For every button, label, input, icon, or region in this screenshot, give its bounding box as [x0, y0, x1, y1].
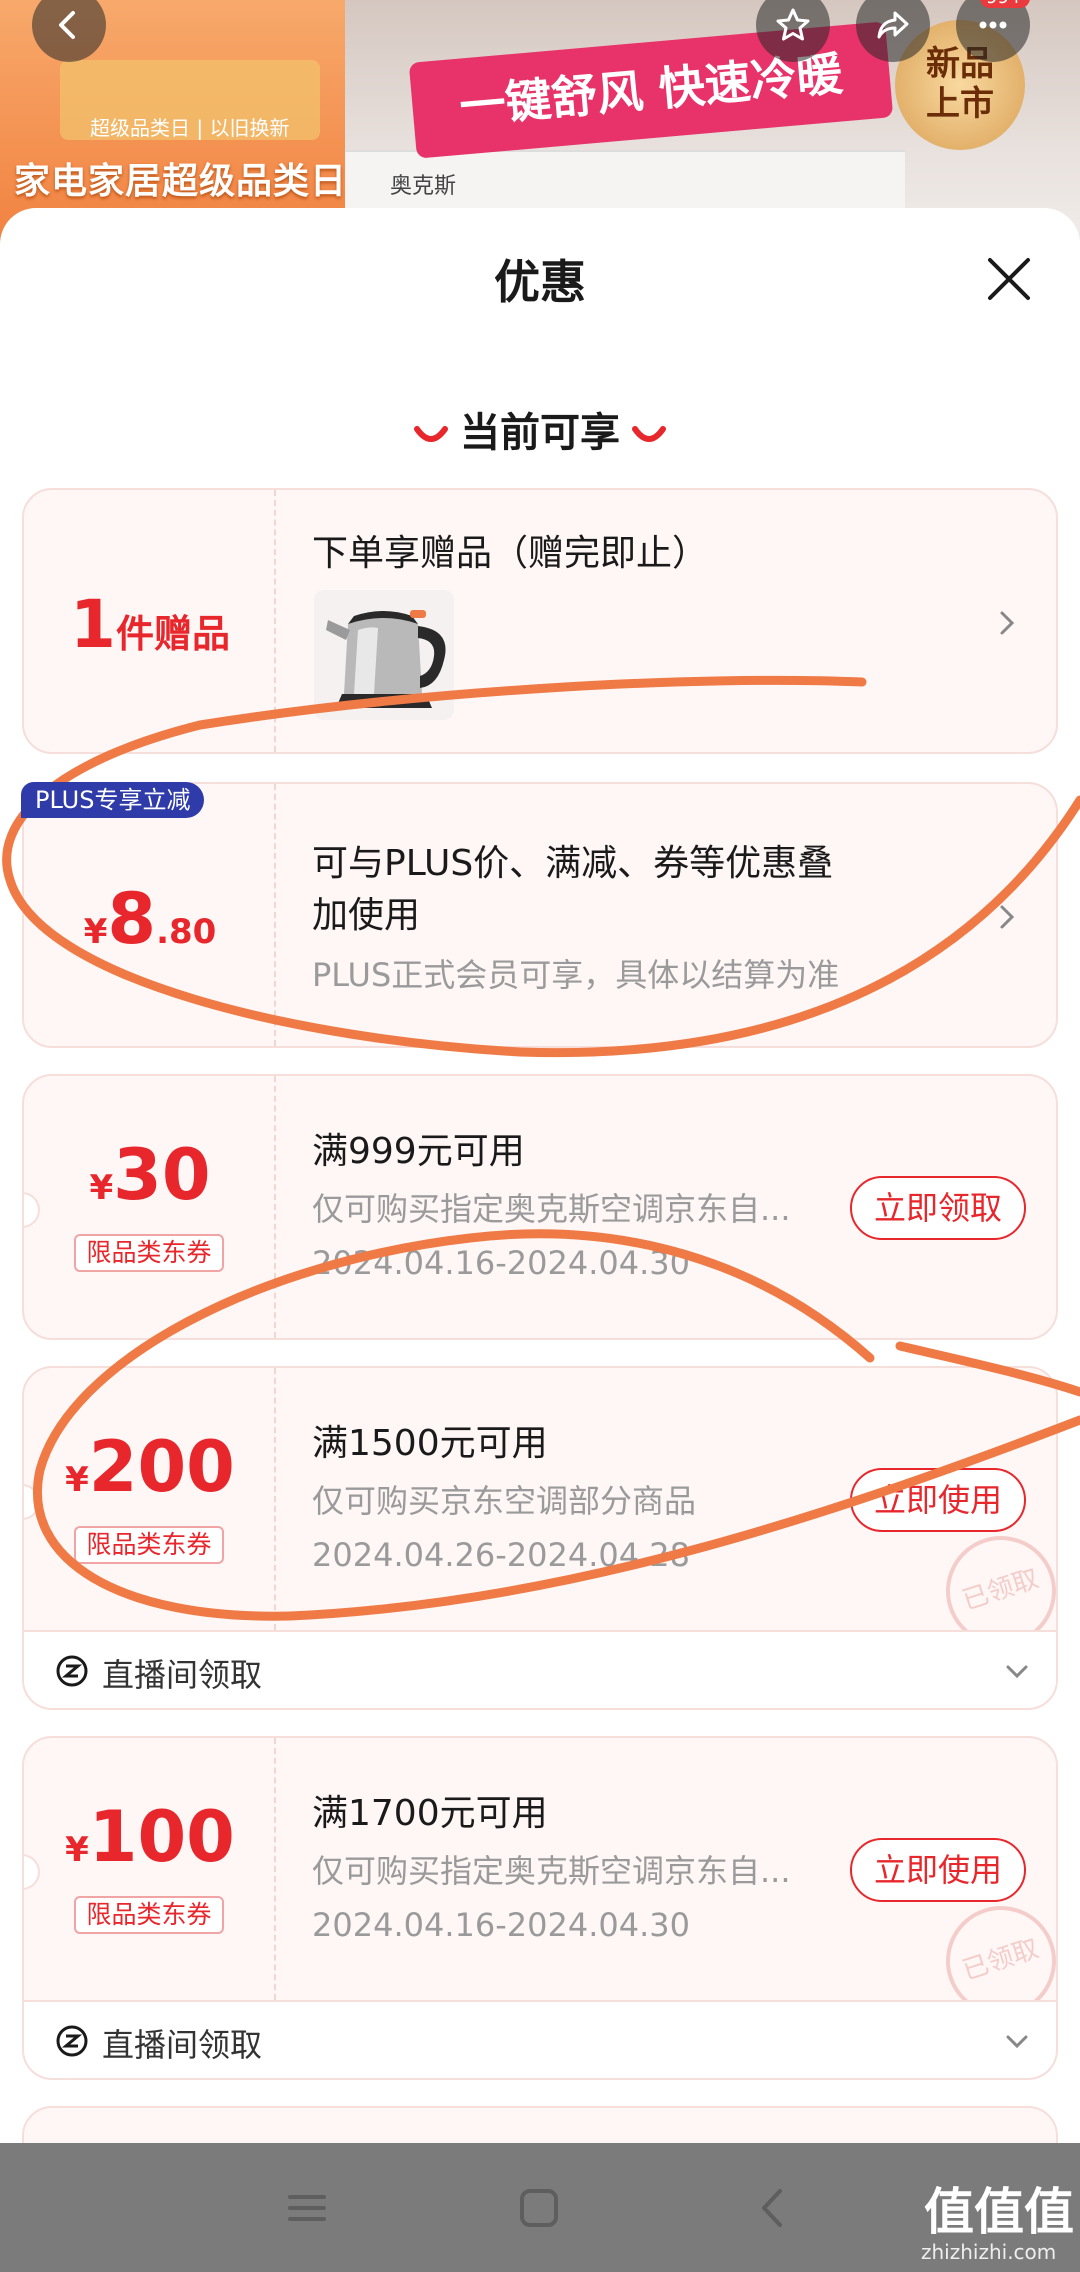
coupon-amount: ¥200: [24, 1426, 276, 1508]
gift-title: 下单享赠品（赠完即止）: [312, 533, 709, 574]
more-icon: [979, 21, 1007, 29]
smile-left-icon: [414, 426, 448, 442]
live-room-icon: [56, 1655, 88, 1687]
live-room-icon: [56, 2025, 88, 2057]
coupon-source-label: 直播间领取: [102, 1656, 263, 1694]
plus-price-decimal: .80: [156, 912, 217, 952]
back-nav-icon[interactable]: [748, 2183, 798, 2233]
coupon-card: ¥100 限品类东券 满1700元可用 仅可购买指定奥克斯空调京东自... 20…: [22, 1736, 1058, 2002]
promo-subtitle: 超级品类日 | 以旧换新: [90, 116, 290, 140]
plus-title-line2: 加使用: [312, 895, 421, 936]
coupon-description: 仅可购买指定奥克斯空调京东自...: [312, 1190, 791, 1228]
yen-symbol: ¥: [83, 912, 108, 952]
claim-coupon-button[interactable]: 立即领取: [850, 1176, 1026, 1240]
chevron-down-icon[interactable]: [1002, 2026, 1032, 2056]
coupon-type-tag: 限品类东券: [74, 1896, 224, 1934]
coupon-amount-value: 200: [88, 1426, 235, 1508]
plus-price-integer: 8: [107, 878, 157, 960]
coupon-card: ¥200 限品类东券 满1500元可用 仅可购买京东空调部分商品 2024.04…: [22, 1366, 1058, 1632]
claimed-stamp: 已领取: [931, 1521, 1056, 1630]
coupon-title: 满999元可用: [312, 1131, 525, 1172]
gift-card[interactable]: 1件赠品 下单享赠品（赠完即止）: [22, 488, 1058, 754]
plus-description: PLUS正式会员可享，具体以结算为准: [312, 956, 840, 994]
coupon-amount-value: 100: [88, 1796, 235, 1878]
coupon-dates: 2024.04.16-2024.04.30: [312, 1906, 690, 1944]
plus-price: ¥8.80: [24, 878, 276, 960]
use-coupon-button[interactable]: 立即使用: [850, 1838, 1026, 1902]
star-icon: [776, 8, 810, 41]
coupon-card-partial: [22, 2106, 1058, 2143]
yen-symbol: ¥: [89, 1168, 114, 1208]
menu-icon[interactable]: [282, 2183, 332, 2233]
coupon-type-tag: 限品类东券: [74, 1526, 224, 1564]
coupon-amount: ¥100: [24, 1796, 276, 1878]
use-coupon-button[interactable]: 立即使用: [850, 1468, 1026, 1532]
promo-title: 家电家居超级品类日: [14, 161, 348, 202]
message-count-badge: 99+: [980, 0, 1030, 8]
yen-symbol: ¥: [65, 1460, 89, 1500]
yen-symbol: ¥: [65, 1830, 89, 1870]
air-conditioner-brand: 奥克斯: [390, 174, 457, 199]
watermark-url: zhizhizhi.com: [921, 2240, 1057, 2264]
share-icon: [877, 11, 909, 39]
chevron-right-icon: [1000, 611, 1015, 635]
coupon-type-tag: 限品类东券: [74, 1234, 224, 1272]
coupon-dates: 2024.04.16-2024.04.30: [312, 1244, 690, 1282]
coupon-description: 仅可购买京东空调部分商品: [312, 1482, 697, 1520]
coupon-dates: 2024.04.26-2024.04.28: [312, 1536, 690, 1574]
chevron-right-icon: [1000, 905, 1015, 929]
chevron-down-icon[interactable]: [1002, 1656, 1032, 1686]
close-icon[interactable]: [982, 252, 1036, 306]
gift-count-number: 1: [70, 586, 116, 663]
watermark-logo: 值值值: [924, 2183, 1074, 2241]
coupon-card: ¥30 限品类东券 满999元可用 仅可购买指定奥克斯空调京东自... 2024…: [22, 1074, 1058, 1340]
coupon-source-label: 直播间领取: [102, 2026, 263, 2064]
coupon-source-row[interactable]: 直播间领取: [22, 1632, 1058, 1710]
sheet-title: 优惠: [494, 255, 586, 309]
coupon-amount-value: 30: [113, 1134, 211, 1216]
gift-count: 1件赠品: [24, 586, 276, 663]
discount-sheet: 优惠 当前可享 1件赠品 下单享赠品（赠完即止） ¥8.80 可与PLUS价、满…: [0, 208, 1080, 2143]
coupon-title: 满1500元可用: [312, 1423, 548, 1464]
gift-count-unit: 件赠品: [115, 612, 230, 656]
new-badge-line2: 上市: [926, 84, 994, 124]
section-title: 当前可享: [460, 410, 620, 456]
plus-exclusive-badge: PLUS专享立减: [21, 782, 205, 818]
coupon-source-row[interactable]: 直播间领取: [22, 2002, 1058, 2080]
system-nav-bar: [0, 2143, 1080, 2272]
coupon-amount: ¥30: [24, 1134, 276, 1216]
claimed-stamp: 已领取: [931, 1891, 1056, 2000]
smile-right-icon: [632, 426, 666, 442]
kettle-image[interactable]: [314, 590, 454, 720]
back-icon: [59, 11, 75, 39]
coupon-description: 仅可购买指定奥克斯空调京东自...: [312, 1852, 791, 1890]
plus-discount-card[interactable]: ¥8.80 可与PLUS价、满减、券等优惠叠 加使用 PLUS正式会员可享，具体…: [22, 782, 1058, 1048]
plus-title-line1: 可与PLUS价、满减、券等优惠叠: [312, 843, 834, 884]
home-icon[interactable]: [514, 2183, 564, 2233]
coupon-title: 满1700元可用: [312, 1793, 548, 1834]
section-header: 当前可享: [0, 400, 1080, 458]
